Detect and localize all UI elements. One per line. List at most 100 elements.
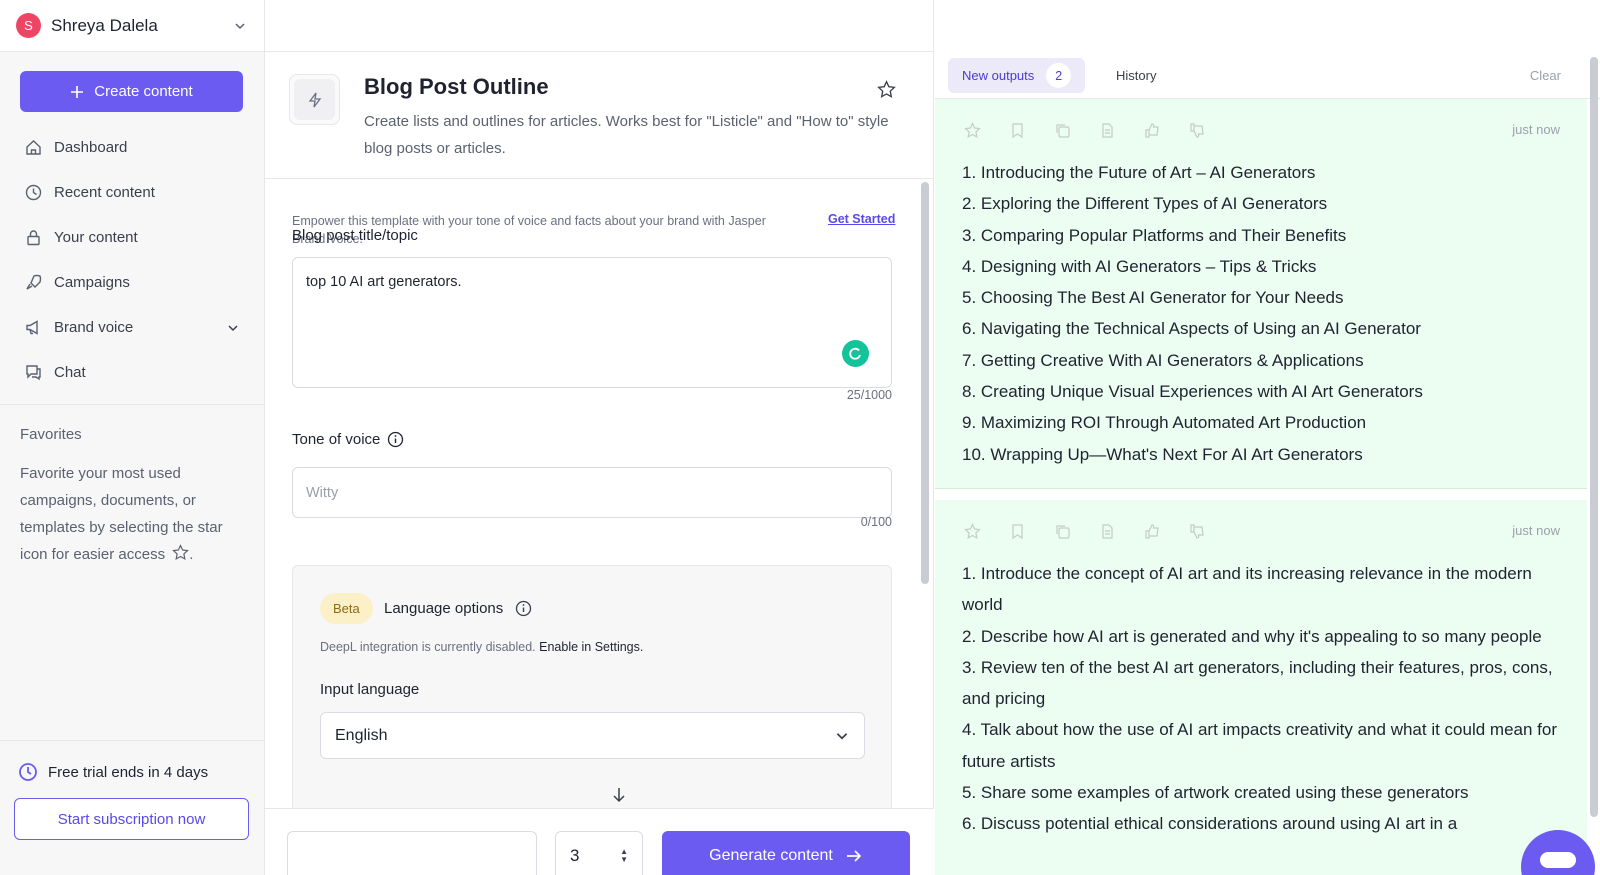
create-content-button[interactable]: Create content — [20, 71, 243, 112]
sidebar-item-label: Chat — [54, 364, 86, 381]
generate-content-button[interactable]: Generate content — [662, 831, 910, 875]
plus-icon — [71, 85, 84, 98]
sidebar-item-chat[interactable]: Chat — [0, 350, 265, 395]
input-language-select[interactable]: English — [320, 712, 865, 759]
topic-label-text: Blog post title/topic — [292, 227, 418, 244]
copy-icon[interactable] — [1053, 121, 1071, 139]
output-card: just now 1. Introducing the Future of Ar… — [935, 99, 1587, 489]
enable-settings-link[interactable]: Enable in Settings. — [539, 640, 643, 654]
sidebar-item-label: Brand voice — [54, 319, 134, 336]
form-scrollbar[interactable] — [921, 182, 929, 584]
thumbs-up-icon[interactable] — [1143, 522, 1161, 540]
user-menu[interactable]: S Shreya Dalela — [0, 0, 264, 52]
clock-icon — [19, 763, 37, 781]
document-icon[interactable] — [1098, 522, 1116, 540]
favorites-hint-period: . — [189, 546, 194, 563]
tab-history[interactable]: History — [1116, 68, 1156, 83]
list-item: 9. Maximizing ROI Through Automated Art … — [962, 413, 1367, 433]
deepl-notice: DeepL integration is currently disabled.… — [320, 640, 643, 654]
clock-icon — [24, 184, 42, 202]
template-form: Empower this template with your tone of … — [265, 180, 934, 808]
star-icon[interactable] — [963, 522, 981, 540]
tab-new-outputs[interactable]: New outputs 2 — [948, 58, 1086, 93]
sidebar-item-recent-content[interactable]: Recent content — [0, 170, 265, 215]
thumbs-down-icon[interactable] — [1188, 121, 1206, 139]
sidebar-item-label: Your content — [54, 229, 138, 246]
list-item: 3. Comparing Popular Platforms and Their… — [962, 225, 1347, 245]
star-icon[interactable] — [963, 121, 981, 139]
generate-bar: 3 ▲ ▼ Generate content — [265, 808, 934, 875]
arrow-down-icon[interactable] — [610, 786, 628, 808]
template-panel: Blog Post Outline Create lists and outli… — [265, 0, 934, 875]
output-text[interactable]: 1. Introducing the Future of Art – AI Ge… — [962, 157, 1562, 470]
chevron-down-icon — [836, 732, 848, 739]
list-item: 4. Designing with AI Generators – Tips &… — [962, 256, 1317, 276]
list-item: 7. Getting Creative With AI Generators &… — [962, 350, 1364, 370]
list-item: 5. Share some examples of artwork create… — [962, 783, 1469, 803]
outputs-tabs: New outputs 2 History Clear — [935, 52, 1600, 99]
top-bar — [265, 0, 933, 52]
stepper-arrows-icon[interactable]: ▲ ▼ — [620, 848, 628, 864]
clear-button[interactable]: Clear — [1530, 68, 1561, 83]
list-item: 4. Talk about how the use of AI art impa… — [962, 720, 1557, 771]
sidebar-nav: Dashboard Recent content Your content Ca… — [0, 125, 265, 395]
deepl-text: DeepL integration is currently disabled. — [320, 640, 536, 654]
home-icon — [24, 139, 42, 157]
sidebar-item-dashboard[interactable]: Dashboard — [0, 125, 265, 170]
list-item: 6. Discuss potential ethical considerati… — [962, 814, 1458, 834]
megaphone-icon — [24, 319, 42, 337]
start-subscription-button[interactable]: Start subscription now — [14, 798, 249, 840]
list-item: 1. Introducing the Future of Art – AI Ge… — [962, 163, 1316, 182]
output-count-value: 3 — [570, 846, 580, 865]
info-icon[interactable] — [387, 431, 404, 448]
thumbs-down-icon[interactable] — [1188, 522, 1206, 540]
language-options-title: Language options — [384, 600, 532, 617]
output-card: just now 1. Introduce the concept of AI … — [935, 500, 1587, 875]
topic-counter: 25/1000 — [846, 388, 892, 402]
new-outputs-count-badge: 2 — [1046, 63, 1072, 88]
outputs-scrollbar[interactable] — [1590, 57, 1598, 817]
list-item: 1. Introduce the concept of AI art and i… — [962, 564, 1532, 615]
tone-input[interactable]: Witty — [292, 467, 892, 518]
chevron-down-icon[interactable] — [225, 320, 241, 336]
arrow-right-icon — [846, 850, 862, 862]
language-input[interactable] — [287, 831, 537, 875]
output-count-stepper[interactable]: 3 ▲ ▼ — [555, 831, 643, 875]
list-item: 2. Exploring the Different Types of AI G… — [962, 194, 1328, 214]
output-timestamp: just now — [1512, 523, 1560, 538]
info-icon[interactable] — [515, 600, 532, 617]
grammarly-icon[interactable] — [842, 340, 869, 367]
input-language-label: Input language — [320, 681, 420, 698]
star-icon[interactable] — [877, 80, 896, 104]
rocket-icon — [24, 274, 42, 292]
outputs-panel: New outputs 2 History Clear just now 1. … — [935, 52, 1600, 875]
list-item: 10. Wrapping Up—What's Next For AI Art G… — [962, 444, 1363, 464]
template-header: Blog Post Outline Create lists and outli… — [265, 52, 934, 179]
bookmark-icon[interactable] — [1008, 121, 1026, 139]
sidebar-divider — [0, 404, 265, 405]
sidebar: S Shreya Dalela Create content Dashboard… — [0, 0, 265, 875]
output-text[interactable]: 1. Introduce the concept of AI art and i… — [962, 558, 1562, 840]
sidebar-item-your-content[interactable]: Your content — [0, 215, 265, 260]
star-icon — [172, 544, 190, 561]
thumbs-up-icon[interactable] — [1143, 121, 1161, 139]
list-item: 2. Describe how AI art is generated and … — [962, 626, 1542, 646]
avatar: S — [16, 13, 41, 38]
tone-label-text: Tone of voice — [292, 431, 381, 448]
user-name: Shreya Dalela — [51, 15, 158, 35]
output-actions — [963, 121, 1206, 139]
document-icon[interactable] — [1098, 121, 1116, 139]
beta-badge: Beta — [320, 593, 373, 624]
chevron-down-icon[interactable] — [232, 18, 248, 34]
copy-icon[interactable] — [1053, 522, 1071, 540]
topic-label: Blog post title/topic — [292, 227, 418, 244]
sidebar-item-brand-voice[interactable]: Brand voice — [0, 305, 265, 350]
topic-input[interactable]: top 10 AI art generators. — [292, 257, 892, 388]
bookmark-icon[interactable] — [1008, 522, 1026, 540]
sidebar-item-campaigns[interactable]: Campaigns — [0, 260, 265, 305]
tab-new-outputs-label: New outputs — [962, 68, 1035, 83]
sidebar-item-label: Campaigns — [54, 274, 130, 291]
output-actions — [963, 522, 1206, 540]
get-started-link[interactable]: Get Started — [828, 212, 895, 226]
lock-icon — [24, 229, 42, 247]
